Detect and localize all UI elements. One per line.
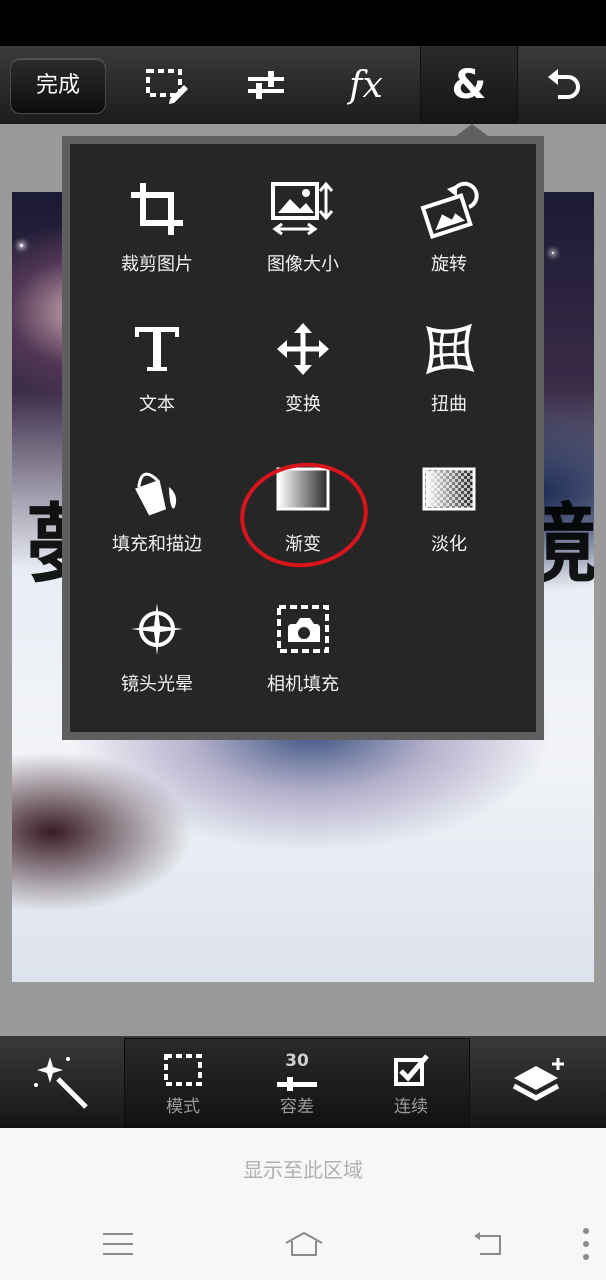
more-icon[interactable] — [566, 1224, 606, 1264]
menu-item-label: 裁剪图片 — [121, 254, 193, 275]
menu-item-label: 变换 — [285, 394, 321, 415]
tolerance-value: 30 — [285, 1051, 309, 1071]
menu-item-label: 镜头光晕 — [121, 674, 193, 695]
tolerance-label: 容差 — [280, 1097, 314, 1117]
menu-item-rotate[interactable]: 旋转 — [376, 164, 522, 284]
ampersand-icon[interactable]: & — [420, 46, 518, 124]
continuous-toggle[interactable]: 连续 — [361, 1039, 461, 1127]
menu-item-label: 图像大小 — [267, 254, 339, 275]
menu-item-text[interactable]: 文本 — [84, 304, 230, 424]
menu-item-lens-flare[interactable]: 镜头光晕 — [84, 584, 230, 704]
menu-item-fill-stroke[interactable]: 填充和描边 — [84, 444, 230, 564]
selection-options-panel: 模式 30 容差 连续 — [124, 1038, 470, 1128]
bottom-toolbar: 模式 30 容差 连续 — [0, 1036, 606, 1128]
menu-item-label: 旋转 — [431, 254, 467, 275]
layers-add-icon[interactable] — [496, 1041, 580, 1125]
undo-icon[interactable] — [522, 46, 606, 124]
lens-flare-icon — [84, 594, 230, 664]
system-area: 显示至此区域 — [0, 1128, 606, 1280]
image-size-icon — [230, 174, 376, 244]
menu-item-label: 相机填充 — [267, 674, 339, 695]
menu-item-transform[interactable]: 变换 — [230, 304, 376, 424]
camera-fill-icon — [230, 594, 376, 664]
continuous-label: 连续 — [394, 1097, 428, 1117]
move-arrows-icon — [230, 314, 376, 384]
menu-item-fade[interactable]: 淡化 — [376, 444, 522, 564]
fx-icon[interactable]: fx — [320, 46, 412, 124]
menu-icon[interactable] — [88, 1224, 148, 1264]
menu-item-crop[interactable]: 裁剪图片 — [84, 164, 230, 284]
star-sparkle — [552, 252, 554, 254]
mode-button[interactable]: 模式 — [133, 1039, 233, 1127]
paint-bucket-icon — [84, 454, 230, 524]
rotate-icon — [376, 174, 522, 244]
slider-icon — [277, 1077, 317, 1091]
star-sparkle — [20, 244, 23, 247]
menu-item-label: 扭曲 — [431, 394, 467, 415]
menu-item-camera-fill[interactable]: 相机填充 — [230, 584, 376, 704]
menu-item-warp[interactable]: 扭曲 — [376, 304, 522, 424]
menu-item-label: 填充和描边 — [112, 534, 202, 555]
back-icon[interactable] — [458, 1224, 518, 1264]
menu-item-label: 淡化 — [431, 534, 467, 555]
edit-tools-menu: 裁剪图片 图像大小 旋转 文本 变换 扭曲 填充和描边 渐变 淡化 镜头光晕 相… — [70, 144, 536, 732]
selection-edit-icon[interactable] — [120, 46, 212, 124]
fx-label: fx — [349, 64, 383, 106]
warp-grid-icon — [376, 314, 522, 384]
menu-pointer — [456, 124, 488, 136]
checkbox-checked-icon — [394, 1054, 429, 1086]
top-toolbar: 完成 fx & — [0, 46, 606, 125]
fade-icon — [376, 454, 522, 524]
done-button[interactable]: 完成 — [10, 58, 106, 114]
ampersand-label: & — [451, 62, 487, 108]
menu-item-image-size[interactable]: 图像大小 — [230, 164, 376, 284]
mode-label: 模式 — [166, 1097, 200, 1117]
crop-icon — [84, 174, 230, 244]
home-icon[interactable] — [274, 1224, 334, 1264]
menu-item-label: 文本 — [139, 394, 175, 415]
status-bar — [0, 0, 606, 46]
marquee-icon — [164, 1054, 202, 1086]
tolerance-slider[interactable]: 30 容差 — [247, 1039, 347, 1127]
magic-wand-icon[interactable] — [20, 1041, 104, 1125]
text-icon — [84, 314, 230, 384]
hint-text: 显示至此区域 — [243, 1158, 363, 1182]
adjust-sliders-icon[interactable] — [220, 46, 312, 124]
